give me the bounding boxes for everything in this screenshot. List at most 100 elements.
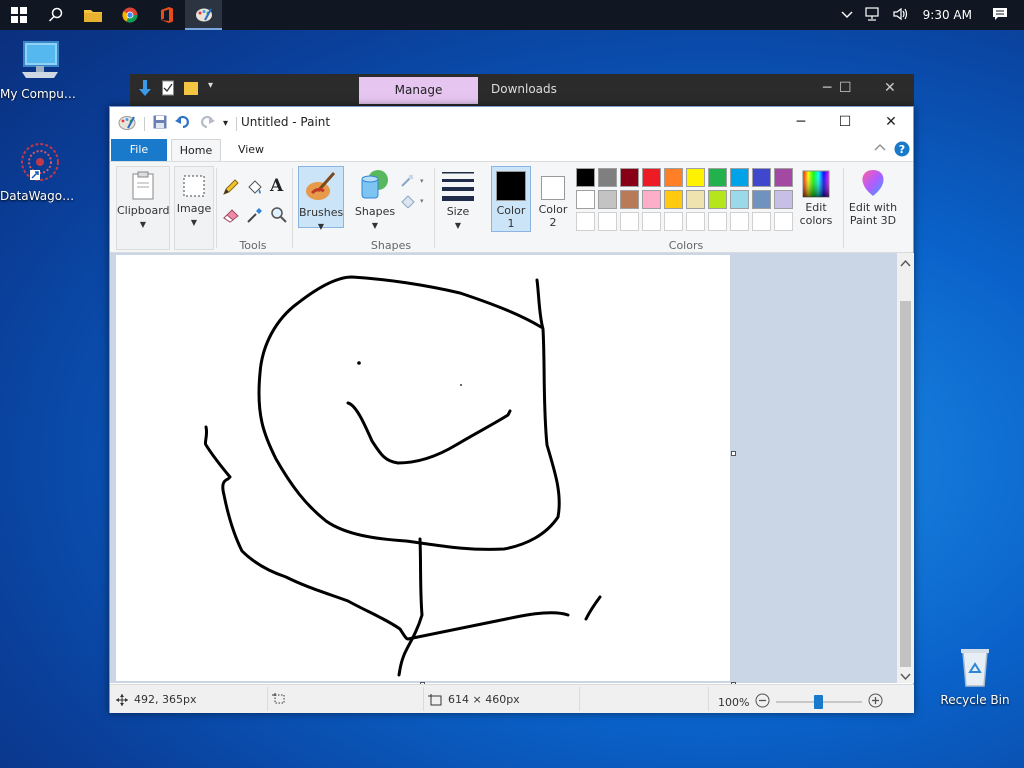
palette-swatch-empty[interactable] [598, 212, 617, 231]
redo-icon[interactable] [199, 115, 215, 132]
action-center-icon[interactable] [992, 7, 1008, 24]
explorer-maximize-icon[interactable]: ☐ [839, 80, 852, 96]
undo-icon[interactable] [175, 115, 191, 132]
save-icon[interactable] [153, 115, 167, 132]
resize-handle-right[interactable] [731, 451, 736, 456]
svg-text:▾: ▾ [420, 177, 424, 185]
fill-bucket-icon[interactable] [246, 178, 264, 199]
explorer-minimize-icon[interactable]: ─ [823, 80, 831, 96]
maximize-button[interactable]: ☐ [823, 111, 867, 133]
properties-icon[interactable] [162, 80, 174, 101]
palette-swatch[interactable] [686, 168, 705, 187]
chevron-down-icon: ▼ [190, 218, 198, 227]
minimize-button[interactable]: ─ [779, 111, 823, 133]
palette-swatch[interactable] [620, 168, 639, 187]
taskbar-paint[interactable] [185, 0, 222, 30]
palette-swatch-empty[interactable] [620, 212, 639, 231]
scroll-down-icon[interactable] [900, 671, 911, 684]
clipboard-button[interactable]: Clipboard ▼ [116, 166, 170, 250]
tab-home[interactable]: Home [171, 139, 221, 161]
clipboard-icon [132, 171, 154, 200]
palette-swatch[interactable] [664, 168, 683, 187]
palette-swatch[interactable] [620, 190, 639, 209]
eraser-icon[interactable] [222, 206, 240, 227]
tab-file[interactable]: File [111, 139, 167, 161]
palette-swatch[interactable] [598, 190, 617, 209]
palette-swatch-empty[interactable] [664, 212, 683, 231]
taskbar-file-explorer[interactable] [74, 0, 111, 30]
start-button[interactable] [0, 0, 37, 30]
volume-icon[interactable] [893, 7, 909, 24]
text-tool-icon[interactable]: A [270, 176, 283, 196]
network-icon[interactable] [865, 6, 881, 24]
search-button[interactable] [37, 0, 74, 30]
magnifier-icon[interactable] [270, 206, 288, 227]
palette-swatch[interactable] [642, 190, 661, 209]
desktop-icon-datawagon[interactable]: DataWagon... [0, 140, 80, 203]
image-button[interactable]: Image ▼ [174, 166, 214, 250]
palette-swatch[interactable] [576, 168, 595, 187]
shapes-button[interactable]: Shapes ▼ [354, 166, 396, 231]
color2-button[interactable]: Color 2 [534, 166, 572, 229]
palette-swatch[interactable] [730, 168, 749, 187]
collapse-ribbon-icon[interactable] [874, 141, 886, 154]
scroll-up-icon[interactable] [900, 257, 911, 270]
palette-swatch[interactable] [774, 168, 793, 187]
palette-swatch[interactable] [708, 168, 727, 187]
explorer-manage-tab[interactable]: Manage [359, 77, 478, 104]
download-arrow-icon[interactable] [138, 80, 152, 101]
palette-swatch-empty[interactable] [730, 212, 749, 231]
palette-swatch[interactable] [730, 190, 749, 209]
desktop-icon-recycle-bin[interactable]: Recycle Bin [935, 644, 1015, 707]
scrollbar-thumb[interactable] [900, 301, 911, 667]
palette-swatch-empty[interactable] [708, 212, 727, 231]
palette-swatch[interactable] [708, 190, 727, 209]
zoom-out-button[interactable] [755, 693, 770, 711]
color2-swatch [541, 176, 565, 200]
palette-swatch[interactable] [686, 190, 705, 209]
palette-swatch[interactable] [664, 190, 683, 209]
palette-swatch-empty[interactable] [774, 212, 793, 231]
brushes-button[interactable]: Brushes ▼ [298, 166, 344, 231]
palette-swatch[interactable] [642, 168, 661, 187]
close-button[interactable]: ✕ [869, 111, 913, 133]
new-folder-icon[interactable] [184, 80, 198, 101]
desktop-icon-my-computer[interactable]: My Computer [0, 38, 80, 101]
help-icon[interactable]: ? [894, 141, 910, 160]
paint-titlebar[interactable]: ▾ Untitled - Paint ─ ☐ ✕ [110, 107, 913, 137]
edit-with-paint3d-button[interactable]: Edit with Paint 3D [846, 166, 900, 227]
taskbar-office[interactable] [148, 0, 185, 30]
pencil-icon[interactable] [222, 178, 240, 199]
explorer-close-icon[interactable]: ✕ [884, 80, 896, 96]
customize-qat-icon[interactable]: ▾ [223, 118, 228, 129]
palette-swatch[interactable] [576, 190, 595, 209]
taskbar-chrome[interactable] [111, 0, 148, 30]
color1-button[interactable]: Color 1 [491, 166, 531, 232]
taskbar-clock[interactable]: 9:30 AM [923, 8, 972, 22]
palette-swatch-empty[interactable] [752, 212, 771, 231]
outline-icon[interactable]: ▾ [400, 174, 426, 191]
palette-swatch[interactable] [774, 190, 793, 209]
customize-toolbar-icon[interactable]: ▾ [208, 80, 213, 101]
taskbar: 9:30 AM [0, 0, 1024, 30]
palette-swatch[interactable] [598, 168, 617, 187]
palette-swatch-empty[interactable] [642, 212, 661, 231]
palette-swatch[interactable] [752, 190, 771, 209]
canvas-size-text: 614 × 460px [448, 693, 520, 706]
chevron-up-icon[interactable] [841, 9, 853, 22]
palette-swatch[interactable] [752, 168, 771, 187]
drawing-canvas[interactable] [116, 255, 736, 687]
color-picker-icon[interactable] [246, 206, 264, 227]
tab-view[interactable]: View [226, 139, 276, 161]
zoom-in-button[interactable] [868, 693, 883, 711]
vertical-scrollbar[interactable] [897, 253, 914, 683]
edit-colors-button[interactable]: Edit colors [796, 166, 836, 227]
size-button[interactable]: Size ▼ [438, 166, 478, 231]
fill-icon[interactable]: ▾ [400, 194, 426, 211]
palette-swatch-empty[interactable] [686, 212, 705, 231]
zoom-slider[interactable] [776, 695, 863, 709]
zoom-slider-thumb[interactable] [814, 695, 824, 709]
system-tray: 9:30 AM [835, 0, 1024, 30]
palette-swatch-empty[interactable] [576, 212, 595, 231]
paint-app-icon[interactable] [118, 114, 136, 133]
